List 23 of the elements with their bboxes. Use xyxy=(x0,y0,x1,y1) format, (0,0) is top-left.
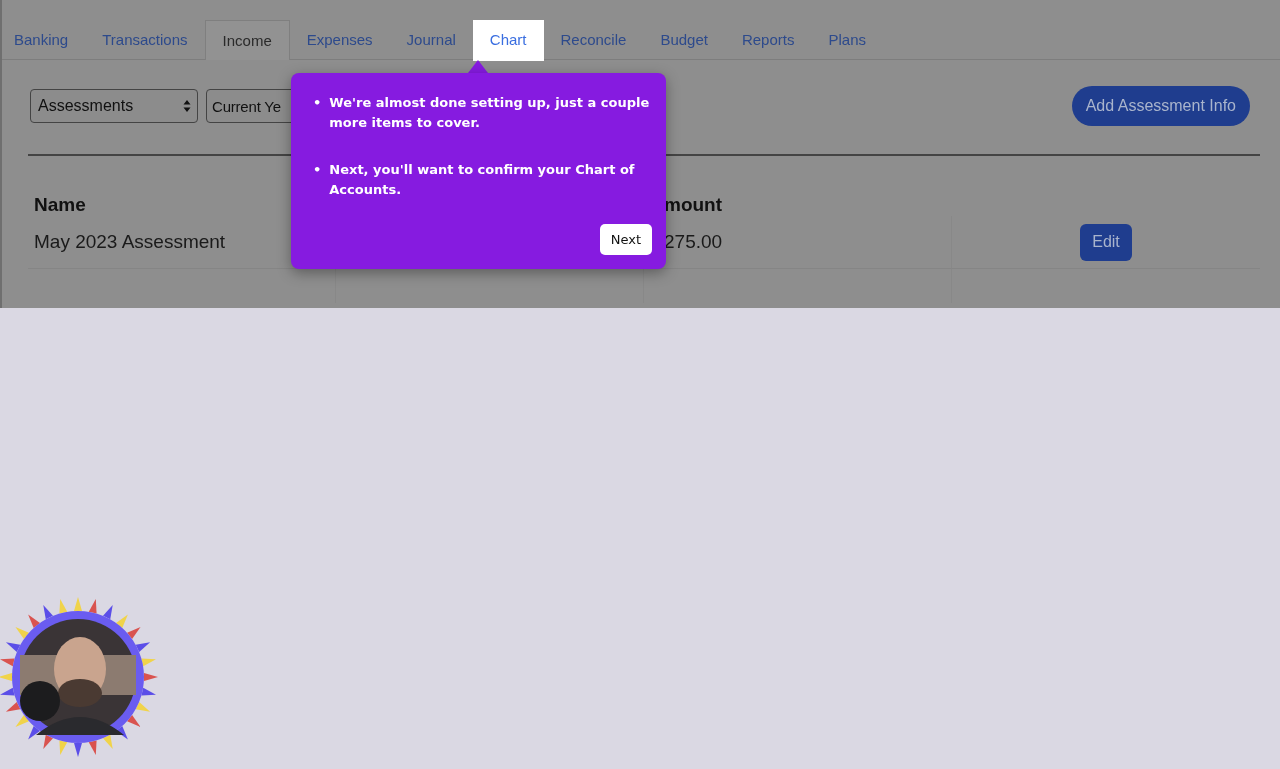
bullet: • xyxy=(313,94,322,112)
nav-tab[interactable]: Transactions xyxy=(85,20,205,59)
nav-tab[interactable]: Budget xyxy=(643,20,725,59)
nav-tab[interactable]: Banking xyxy=(2,20,86,59)
nav-tab[interactable]: Plans xyxy=(811,20,883,59)
nav-tab[interactable]: Income xyxy=(204,20,290,60)
table-cell: 275.00 xyxy=(664,231,723,253)
nav-tab[interactable]: Expenses xyxy=(289,20,390,59)
next-button[interactable]: Next xyxy=(599,224,652,255)
add-button[interactable]: Add Assessment Info xyxy=(1071,86,1250,126)
dropdown[interactable]: Assessments xyxy=(30,89,198,123)
popover-text: Next, you'll want to confirm your Chart of Accounts. xyxy=(329,161,636,199)
column-header: mount xyxy=(664,194,723,215)
nav-tab[interactable]: Reconcile xyxy=(543,20,644,59)
edit-button[interactable]: Edit xyxy=(1080,223,1132,261)
column-header: Name xyxy=(34,194,86,215)
nav-tab[interactable]: Reports xyxy=(724,20,812,59)
sort-arrows-icon xyxy=(183,99,191,113)
bullet: • xyxy=(313,161,322,179)
nav-tab[interactable]: Journal xyxy=(389,20,473,59)
nav-tab[interactable]: Chart xyxy=(472,20,544,61)
table-cell: May 2023 Assessment xyxy=(34,231,226,253)
popover-text: We're almost done setting up, just a couple more items to cover. xyxy=(329,94,651,132)
